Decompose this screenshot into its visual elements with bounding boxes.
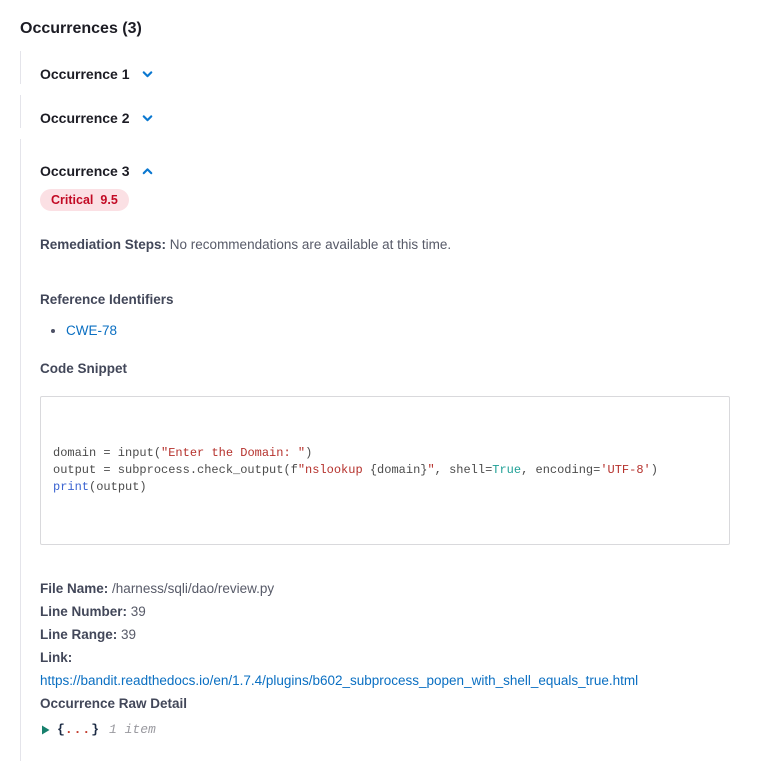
reference-link[interactable]: CWE-78 bbox=[66, 323, 117, 338]
page-title: Occurrences (3) bbox=[20, 20, 751, 38]
occurrence-3-title: Occurrence 3 bbox=[40, 163, 130, 179]
occurrence-2-toggle[interactable]: Occurrence 2 bbox=[40, 110, 155, 126]
occurrence-panel-2: Occurrence 2 bbox=[20, 95, 751, 128]
severity-score: 9.5 bbox=[100, 193, 117, 207]
tree-expand-arrow-icon[interactable] bbox=[40, 724, 51, 736]
item-count: 1 item bbox=[109, 722, 156, 737]
file-name-value: /harness/sqli/dao/review.py bbox=[112, 581, 274, 596]
severity-badge: Critical 9.5 bbox=[40, 189, 129, 211]
code-snippet-lines: domain = input("Enter the Domain: ")outp… bbox=[53, 445, 717, 496]
occurrence-meta: File Name: /harness/sqli/dao/review.py L… bbox=[40, 577, 751, 715]
occurrence-panel-3: Occurrence 3 Critical 9.5 Remediation St… bbox=[20, 139, 751, 761]
code-snippet-box: domain = input("Enter the Domain: ")outp… bbox=[40, 396, 730, 545]
occurrence-2-title: Occurrence 2 bbox=[40, 110, 130, 126]
link-label-row: Link: bbox=[40, 646, 751, 669]
file-name-row: File Name: /harness/sqli/dao/review.py bbox=[40, 577, 751, 600]
line-range-value: 39 bbox=[121, 627, 136, 642]
line-number-value: 39 bbox=[131, 604, 146, 619]
open-brace: { bbox=[57, 722, 65, 737]
link-label: Link: bbox=[40, 650, 72, 665]
code-snippet-heading: Code Snippet bbox=[40, 361, 751, 376]
close-brace: } bbox=[91, 722, 99, 737]
remediation-label: Remediation Steps: bbox=[40, 237, 166, 252]
severity-label: Critical bbox=[51, 193, 93, 207]
occurrence-1-toggle[interactable]: Occurrence 1 bbox=[40, 66, 155, 82]
line-range-row: Line Range: 39 bbox=[40, 623, 751, 646]
occurrence-3-toggle[interactable]: Occurrence 3 bbox=[40, 163, 155, 179]
reference-list: CWE-78 bbox=[40, 323, 751, 338]
chevron-down-icon[interactable] bbox=[140, 67, 155, 82]
file-name-label: File Name: bbox=[40, 581, 108, 596]
line-number-label: Line Number: bbox=[40, 604, 127, 619]
line-range-label: Line Range: bbox=[40, 627, 117, 642]
link-url-row: https://bandit.readthedocs.io/en/1.7.4/p… bbox=[40, 669, 751, 692]
bandit-doc-link[interactable]: https://bandit.readthedocs.io/en/1.7.4/p… bbox=[40, 673, 638, 688]
tree-node-preview: {...} bbox=[57, 722, 99, 737]
remediation-text: No recommendations are available at this… bbox=[170, 237, 451, 252]
chevron-down-icon[interactable] bbox=[140, 111, 155, 126]
code-line: domain = input("Enter the Domain: ") bbox=[53, 445, 717, 462]
remediation-steps: Remediation Steps: No recommendations ar… bbox=[40, 237, 751, 252]
raw-detail-tree-toggle[interactable]: {...} 1 item bbox=[40, 722, 156, 737]
chevron-up-icon[interactable] bbox=[140, 164, 155, 179]
occurrence-panel-1: Occurrence 1 bbox=[20, 51, 751, 84]
occurrence-raw-detail-heading: Occurrence Raw Detail bbox=[40, 692, 751, 715]
occurrence-1-title: Occurrence 1 bbox=[40, 66, 130, 82]
reference-identifiers-heading: Reference Identifiers bbox=[40, 292, 751, 307]
code-line: output = subprocess.check_output(f"nsloo… bbox=[53, 462, 717, 479]
collapsed-dots: ... bbox=[65, 722, 91, 737]
reference-item: CWE-78 bbox=[66, 323, 751, 338]
line-number-row: Line Number: 39 bbox=[40, 600, 751, 623]
code-line: print(output) bbox=[53, 479, 717, 496]
